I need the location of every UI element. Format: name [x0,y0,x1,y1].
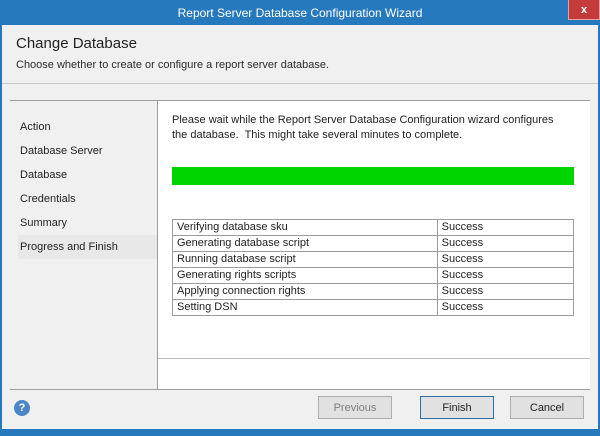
progress-bar [172,166,574,185]
task-status-cell: Success [436,282,574,300]
sidebar-item-label: Progress and Finish [20,241,118,253]
sidebar-item-progress-and-finish[interactable]: Progress and Finish [18,235,157,259]
sidebar-item-label: Credentials [20,193,76,205]
table-row: Running database script Success [172,250,574,268]
task-status-cell: Success [436,218,574,236]
table-row: Applying connection rights Success [172,282,574,300]
table-row: Verifying database sku Success [172,218,574,236]
footer-buttons: Previous Finish Cancel [318,396,584,419]
task-status-cell: Success [436,298,574,316]
wizard-window: Report Server Database Configuration Wiz… [0,0,600,436]
window-title: Report Server Database Configuration Wiz… [177,5,423,20]
sidebar-item-database[interactable]: Database [18,163,157,187]
sidebar-item-label: Action [20,121,51,133]
content-area: Action Database Server Database Credenti… [10,100,590,390]
help-icon[interactable]: ? [14,399,30,416]
sidebar-item-summary[interactable]: Summary [18,211,157,235]
main-panel: Please wait while the Report Server Data… [158,101,590,389]
task-name-cell: Setting DSN [172,298,438,316]
footer-bar: ? Previous Finish Cancel [2,390,598,429]
cancel-button[interactable]: Cancel [510,396,584,419]
step-sidebar: Action Database Server Database Credenti… [10,101,158,389]
task-status-cell: Success [436,266,574,284]
sidebar-item-database-server[interactable]: Database Server [18,139,157,163]
title-bar: Report Server Database Configuration Wiz… [2,0,600,25]
task-status-cell: Success [436,234,574,252]
sidebar-item-label: Database Server [20,145,103,157]
close-icon: x [580,3,588,16]
task-status-table: Verifying database sku Success Generatin… [172,218,574,316]
task-name-cell: Applying connection rights [172,282,438,300]
page-title: Change Database [16,35,137,52]
panel-divider [158,358,590,359]
sidebar-item-action[interactable]: Action [18,115,157,139]
sidebar-item-credentials[interactable]: Credentials [18,187,157,211]
sidebar-item-label: Database [20,169,68,181]
previous-button[interactable]: Previous [318,396,392,419]
task-name-cell: Verifying database sku [172,218,438,236]
help-icon-glyph: ? [18,401,26,414]
table-row: Setting DSN Success [172,298,574,316]
table-row: Generating database script Success [172,234,574,252]
task-status-cell: Success [436,250,574,268]
wizard-header: Change Database Choose whether to create… [2,25,598,84]
instruction-text: Please wait while the Report Server Data… [172,114,557,141]
close-button[interactable]: x [568,0,600,20]
task-name-cell: Generating database script [172,234,438,252]
progress-bar-fill [172,166,574,185]
task-name-cell: Running database script [172,250,438,268]
task-name-cell: Generating rights scripts [172,266,438,284]
sidebar-item-label: Summary [20,217,68,229]
page-subtitle: Choose whether to create or configure a … [16,59,330,71]
table-row: Generating rights scripts Success [172,266,574,284]
finish-button[interactable]: Finish [420,396,494,419]
